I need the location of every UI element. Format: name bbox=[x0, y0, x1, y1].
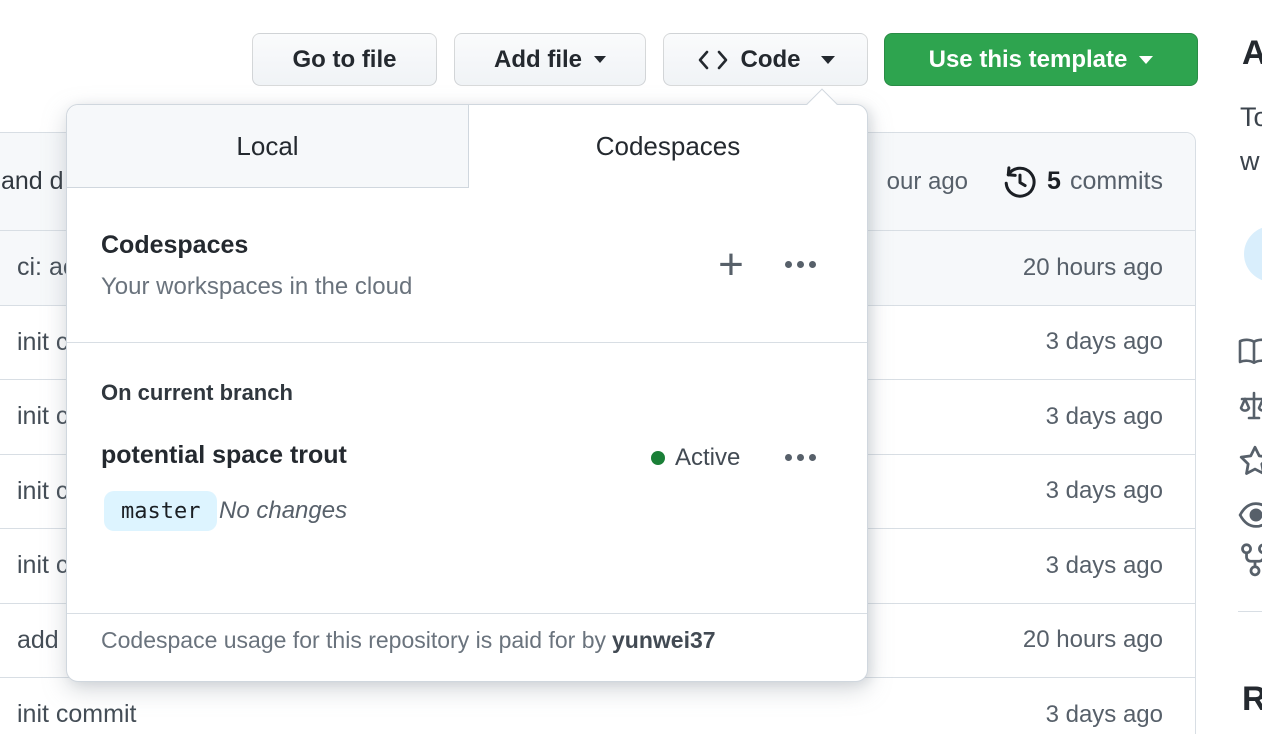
code-label: Code bbox=[740, 45, 801, 73]
commit-row: init commit 3 days ago bbox=[0, 678, 1195, 734]
codespaces-title: Codespaces bbox=[101, 231, 249, 259]
footer-divider bbox=[67, 613, 867, 614]
codespaces-options-button[interactable] bbox=[785, 261, 816, 268]
triangle-down-icon bbox=[594, 56, 606, 63]
code-button[interactable]: Code bbox=[663, 33, 868, 86]
on-current-branch-label: On current branch bbox=[101, 380, 293, 405]
codespace-name[interactable]: potential space trout bbox=[101, 441, 347, 470]
eye-icon[interactable] bbox=[1238, 498, 1262, 532]
use-this-template-button[interactable]: Use this template bbox=[884, 33, 1198, 86]
codespaces-subtitle: Your workspaces in the cloud bbox=[101, 273, 413, 300]
code-dropdown-panel: Local Codespaces Codespaces Your workspa… bbox=[66, 88, 868, 682]
sidebar-divider bbox=[1238, 611, 1262, 612]
commit-time[interactable]: 3 days ago bbox=[1046, 701, 1163, 729]
releases-heading: R bbox=[1242, 680, 1262, 718]
commit-time[interactable]: 20 hours ago bbox=[1023, 254, 1163, 282]
commit-message[interactable]: add bbox=[17, 626, 59, 655]
about-heading: A bbox=[1242, 34, 1262, 72]
kebab-icon bbox=[785, 261, 792, 268]
active-dot-icon bbox=[651, 451, 665, 465]
history-icon bbox=[1002, 164, 1038, 200]
topic-tag[interactable] bbox=[1244, 226, 1262, 282]
commit-message[interactable]: init c bbox=[17, 328, 68, 357]
section-divider bbox=[67, 342, 867, 343]
commits-count: 5 bbox=[1047, 167, 1061, 195]
commit-time[interactable]: 20 hours ago bbox=[1023, 626, 1163, 654]
usage-note-text: Codespace usage for this repository is p… bbox=[101, 627, 606, 653]
new-codespace-button[interactable]: + bbox=[709, 240, 753, 289]
active-label: Active bbox=[675, 444, 741, 471]
status-badge: Active bbox=[651, 444, 740, 472]
readme-icon[interactable] bbox=[1238, 336, 1262, 368]
tab-local[interactable]: Local bbox=[67, 105, 469, 188]
commit-message[interactable]: init commit bbox=[17, 700, 136, 729]
commit-time[interactable]: 3 days ago bbox=[1046, 403, 1163, 431]
latest-commit-time[interactable]: our ago bbox=[887, 168, 968, 196]
branch-badge[interactable]: master bbox=[104, 491, 218, 531]
commit-time[interactable]: 3 days ago bbox=[1046, 477, 1163, 505]
commit-message[interactable]: init c bbox=[17, 551, 68, 580]
repo-page: and d our ago 5 commits ci: ac 20 hours … bbox=[0, 0, 1262, 734]
changes-note: No changes bbox=[219, 497, 348, 524]
fork-icon[interactable] bbox=[1238, 542, 1262, 578]
triangle-down-icon bbox=[820, 55, 835, 64]
go-to-file-button[interactable]: Go to file bbox=[252, 33, 437, 86]
commit-message[interactable]: init c bbox=[17, 402, 68, 431]
add-file-button[interactable]: Add file bbox=[454, 33, 646, 86]
tab-codespaces-label: Codespaces bbox=[595, 131, 741, 161]
use-this-template-label: Use this template bbox=[928, 45, 1128, 73]
add-file-label: Add file bbox=[494, 45, 582, 73]
latest-commit-message[interactable]: and d bbox=[1, 133, 64, 230]
commits-label: commits bbox=[1069, 167, 1163, 195]
commit-meta: our ago 5 commits bbox=[887, 133, 1163, 230]
go-to-file-label: Go to file bbox=[292, 45, 397, 73]
about-description-line: w bbox=[1240, 146, 1260, 176]
commit-time[interactable]: 3 days ago bbox=[1046, 552, 1163, 580]
owner-name: yunwei37 bbox=[612, 627, 716, 653]
commits-history-link[interactable]: 5 commits bbox=[1002, 164, 1163, 200]
about-description-line: To bbox=[1240, 102, 1262, 132]
commit-message[interactable]: init c bbox=[17, 477, 68, 506]
codespace-usage-note: Codespace usage for this repository is p… bbox=[101, 627, 716, 654]
codespace-options-button[interactable] bbox=[785, 454, 816, 461]
tab-codespaces[interactable]: Codespaces bbox=[469, 105, 867, 188]
triangle-down-icon bbox=[1139, 55, 1154, 64]
license-icon[interactable] bbox=[1238, 390, 1262, 422]
star-icon[interactable] bbox=[1238, 444, 1262, 478]
kebab-icon bbox=[785, 454, 792, 461]
tab-local-label: Local bbox=[236, 130, 299, 161]
code-icon bbox=[697, 49, 729, 71]
commit-time[interactable]: 3 days ago bbox=[1046, 328, 1163, 356]
